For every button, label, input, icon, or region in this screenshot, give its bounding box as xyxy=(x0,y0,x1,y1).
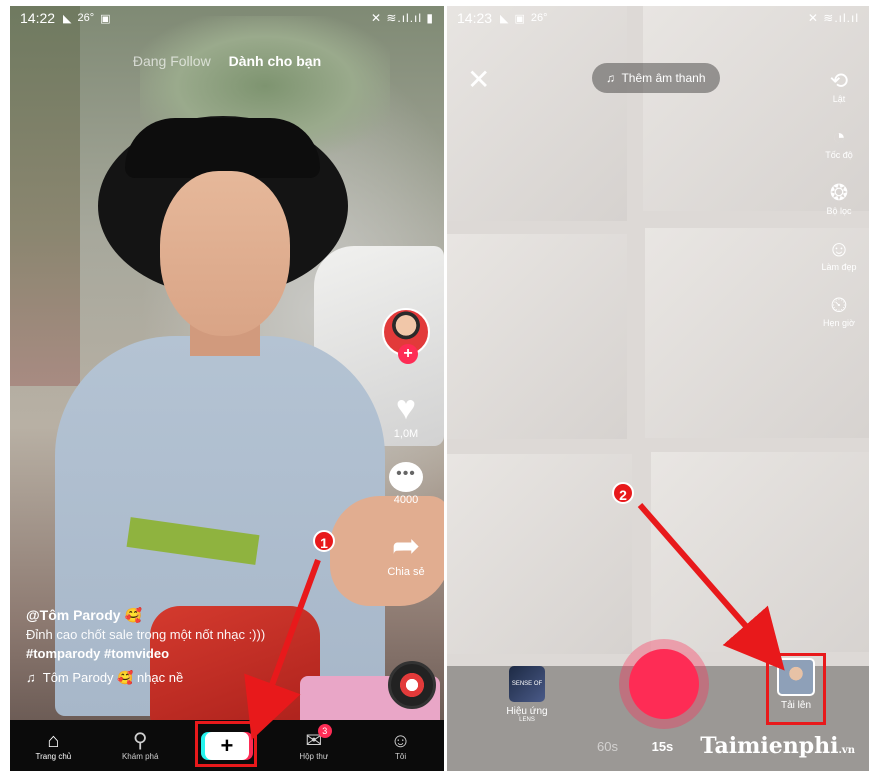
ceiling-tile xyxy=(447,6,627,221)
caption-music[interactable]: ♫ Tôm Parody 🥰 nhạc nề xyxy=(26,668,356,687)
feed-tabs: Đang Follow Dành cho bạn xyxy=(10,53,444,69)
nav-home[interactable]: ⌂ Trang chủ xyxy=(21,730,85,761)
watermark-tld: .vn xyxy=(838,745,855,756)
duration-15s[interactable]: 15s xyxy=(652,739,674,754)
status-temp: 26° xyxy=(530,12,548,24)
gallery-icon: ▣ xyxy=(514,12,525,25)
tool-timer-label: Hẹn giờ xyxy=(823,318,855,328)
nav-discover-label: Khám phá xyxy=(121,752,159,761)
step-marker-1: 1 xyxy=(313,530,335,552)
status-time: 14:22 xyxy=(20,10,56,26)
tool-filter[interactable]: ❂ Bộ lọc xyxy=(819,180,859,216)
notification-icon: ◣ xyxy=(500,12,509,25)
effects-thumbnail: SENSE OF LENS xyxy=(509,666,545,723)
music-note-icon: ♫ xyxy=(606,71,615,85)
share-arrow-icon: ➦ xyxy=(391,527,421,565)
effects-label: Hiệu ứng xyxy=(506,706,548,717)
side-actions: + ♥ 1,0M ••• 4000 ➦ Chia sẻ xyxy=(378,308,434,578)
video-caption: @Tôm Parody 🥰 Đỉnh cao chốt sale trong m… xyxy=(26,606,356,687)
share-button[interactable]: ➦ Chia sẻ xyxy=(378,528,434,578)
tool-flip-label: Lật xyxy=(832,94,846,104)
status-signal-icons: ✕ ≋.ıl.ıl ▮ xyxy=(370,11,434,25)
music-title: Tôm Parody 🥰 nhạc nề xyxy=(42,670,184,685)
search-icon: ⚲ xyxy=(132,730,148,752)
status-bar: 14:22 ◣ 26° ▣ ✕ ≋.ıl.ıl ▮ xyxy=(10,6,444,30)
music-note-icon: ♫ xyxy=(26,670,36,685)
highlight-upload-button xyxy=(766,653,826,725)
tool-speed-label: Tốc độ xyxy=(825,150,853,160)
tab-following[interactable]: Đang Follow xyxy=(133,53,211,69)
nav-inbox[interactable]: ✉ 3 Hộp thư xyxy=(282,724,346,761)
nav-home-label: Trang chủ xyxy=(35,752,72,761)
inbox-badge: 3 xyxy=(317,724,332,738)
creator-avatar[interactable]: + xyxy=(382,308,430,364)
person-face xyxy=(160,171,290,336)
timer-icon: ⏲ xyxy=(830,292,848,317)
status-signal-icons: ✕ ≋.ıl.ıl xyxy=(807,11,859,25)
close-icon[interactable]: ✕ xyxy=(467,66,490,94)
effects-button[interactable]: SENSE OF LENS Hiệu ứng xyxy=(497,666,557,723)
status-time: 14:23 xyxy=(457,10,493,26)
heart-icon: ♥ xyxy=(395,389,417,427)
share-label: Chia sẻ xyxy=(387,566,425,578)
follow-plus-icon[interactable]: + xyxy=(398,344,418,364)
tool-speed[interactable]: ◔ Tốc độ xyxy=(819,124,859,160)
record-button[interactable] xyxy=(629,649,699,719)
tool-filter-label: Bộ lọc xyxy=(826,206,852,216)
caption-hashtags[interactable]: #tomparody #tomvideo xyxy=(26,644,356,663)
add-sound-label: Thêm âm thanh xyxy=(621,71,706,85)
caption-description: Đỉnh cao chốt sale trong một nốt nhạc :)… xyxy=(26,627,266,642)
status-temp: 26° xyxy=(77,12,95,24)
tool-beauty-label: Làm đẹp xyxy=(821,262,857,272)
filter-icon: ❂ xyxy=(829,180,849,205)
caption-username[interactable]: @Tôm Parody 🥰 xyxy=(26,606,356,625)
tab-for-you[interactable]: Dành cho bạn xyxy=(229,53,322,69)
flip-icon: ⟲ xyxy=(829,68,849,93)
watermark-brand: Taimienphi xyxy=(700,733,839,759)
tool-beauty[interactable]: ☺ Làm đẹp xyxy=(819,236,859,272)
nav-inbox-label: Hộp thư xyxy=(299,752,329,761)
nav-discover[interactable]: ⚲ Khám phá xyxy=(108,730,172,761)
ceiling-tile xyxy=(447,234,627,439)
ceiling-tile xyxy=(447,454,632,654)
add-sound-button[interactable]: ♫ Thêm âm thanh xyxy=(592,63,720,93)
nav-me[interactable]: ☺ Tôi xyxy=(369,730,433,761)
home-icon: ⌂ xyxy=(47,730,60,752)
inbox-icon: ✉ xyxy=(305,730,323,752)
ceiling-tile xyxy=(651,452,869,652)
profile-icon: ☺ xyxy=(390,730,411,752)
step-marker-2: 2 xyxy=(612,482,634,504)
highlight-create-button xyxy=(195,721,257,767)
tiktok-feed-screen: 14:22 ◣ 26° ▣ ✕ ≋.ıl.ıl ▮ Đang Follow Dà… xyxy=(10,6,444,771)
music-disc-icon[interactable] xyxy=(388,661,436,709)
duration-selector: 60s 15s xyxy=(597,739,703,754)
duration-60s[interactable]: 60s xyxy=(597,739,618,754)
comment-count: 4000 xyxy=(393,494,419,506)
status-bar: 14:23 ◣ ▣ 26° ✕ ≋.ıl.ıl xyxy=(447,6,869,30)
tool-timer[interactable]: ⏲ Hẹn giờ xyxy=(819,292,859,328)
watermark-logo: Taimienphi.vn xyxy=(700,733,855,759)
like-button[interactable]: ♥ 1,0M xyxy=(378,390,434,440)
person-hat-crown xyxy=(125,118,320,178)
speed-icon: ◔ xyxy=(832,124,846,149)
like-count: 1,0M xyxy=(393,428,419,440)
beauty-icon: ☺ xyxy=(827,236,851,261)
nav-me-label: Tôi xyxy=(395,752,407,761)
camera-tools: ⟲ Lật ◔ Tốc độ ❂ Bộ lọc ☺ Làm đẹp ⏲ Hẹn … xyxy=(819,68,859,348)
comment-icon: ••• xyxy=(389,462,423,492)
notification-icon: ◣ xyxy=(63,12,72,25)
comment-button[interactable]: ••• 4000 xyxy=(378,462,434,506)
message-icon: ▣ xyxy=(100,12,111,25)
tool-flip[interactable]: ⟲ Lật xyxy=(819,68,859,104)
